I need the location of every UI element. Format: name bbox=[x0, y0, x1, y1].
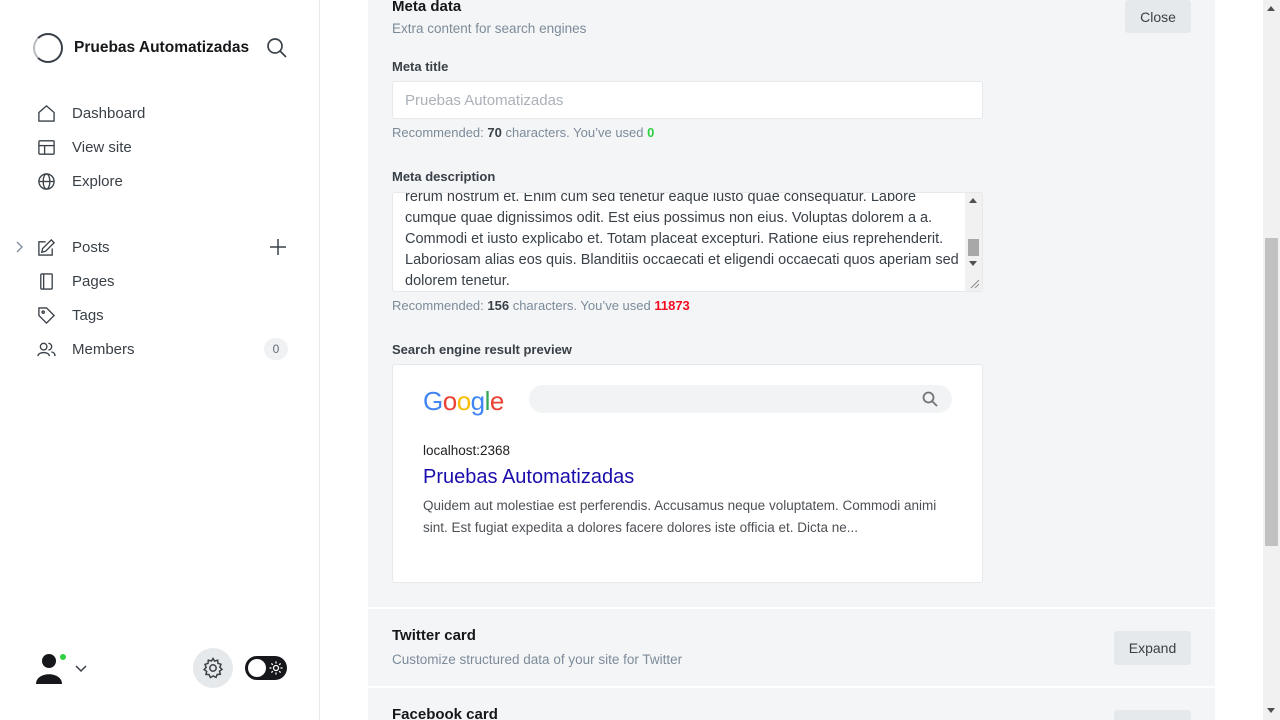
hint-middle: characters. You’ve used bbox=[509, 298, 655, 313]
nav-label: View site bbox=[72, 138, 132, 156]
meta-data-title: Meta data bbox=[392, 0, 462, 15]
facebook-card-title: Facebook card bbox=[392, 706, 498, 720]
serp-search-bar bbox=[529, 385, 952, 413]
sidebar: Pruebas Automatizadas Dashboard View sit… bbox=[0, 0, 320, 720]
page-icon bbox=[36, 271, 56, 291]
nav-view-site[interactable]: View site bbox=[36, 130, 296, 164]
pencil-icon bbox=[36, 237, 56, 257]
gear-icon bbox=[202, 657, 224, 679]
scroll-up-arrow-icon[interactable] bbox=[1267, 6, 1275, 11]
nav-label: Members bbox=[72, 340, 135, 358]
content-nav: Posts Pages Tags Members 0 bbox=[16, 230, 296, 366]
scroll-thumb[interactable] bbox=[968, 239, 979, 256]
nav-tags[interactable]: Tags bbox=[36, 298, 296, 332]
user-menu[interactable] bbox=[33, 651, 91, 687]
meta-title-label: Meta title bbox=[392, 59, 449, 74]
meta-description-text: rerum nostrum et. Enim cum sed tenetur e… bbox=[405, 192, 959, 289]
nav-posts[interactable]: Posts bbox=[16, 230, 296, 264]
textarea-scrollbar[interactable] bbox=[965, 193, 982, 291]
nav-label: Posts bbox=[72, 238, 110, 256]
twitter-card-title: Twitter card bbox=[392, 627, 476, 644]
scroll-down-arrow-icon[interactable] bbox=[1267, 708, 1275, 713]
site-name: Pruebas Automatizadas bbox=[74, 39, 250, 56]
layout-icon bbox=[36, 137, 56, 157]
scroll-up-arrow-icon[interactable] bbox=[969, 198, 977, 203]
meta-description-hint: Recommended: 156 characters. You’ve used… bbox=[392, 298, 690, 313]
hint-middle: characters. You’ve used bbox=[501, 125, 648, 140]
twitter-card-panel bbox=[368, 609, 1215, 686]
hint-used-count: 0 bbox=[647, 125, 655, 140]
meta-description-label: Meta description bbox=[392, 169, 496, 184]
twitter-expand-button[interactable]: Expand bbox=[1114, 631, 1191, 665]
site-brand[interactable]: Pruebas Automatizadas bbox=[33, 33, 250, 63]
toggle-knob bbox=[248, 659, 266, 677]
sun-icon bbox=[269, 661, 283, 675]
meta-title-hint: Recommended: 70 characters. You’ve used … bbox=[392, 125, 654, 140]
serp-preview-label: Search engine result preview bbox=[392, 342, 572, 357]
globe-icon bbox=[36, 171, 56, 191]
meta-data-subtitle: Extra content for search engines bbox=[392, 21, 587, 36]
members-count-badge: 0 bbox=[264, 338, 288, 360]
nav-pages[interactable]: Pages bbox=[36, 264, 296, 298]
meta-title-input[interactable]: Pruebas Automatizadas bbox=[392, 81, 983, 119]
page-scrollbar[interactable] bbox=[1263, 0, 1280, 720]
hint-recommended: 70 bbox=[487, 125, 502, 140]
search-icon[interactable] bbox=[266, 37, 288, 59]
nav-label: Dashboard bbox=[72, 104, 146, 122]
search-icon bbox=[922, 391, 938, 407]
serp-title: Pruebas Automatizadas bbox=[423, 466, 635, 488]
nav-members[interactable]: Members 0 bbox=[36, 332, 296, 366]
nav-label: Explore bbox=[72, 172, 123, 190]
nav-label: Tags bbox=[72, 306, 104, 324]
new-post-plus-icon[interactable] bbox=[269, 238, 287, 256]
scroll-down-arrow-icon[interactable] bbox=[969, 261, 977, 266]
hint-prefix: Recommended: bbox=[392, 125, 488, 140]
close-button[interactable]: Close bbox=[1125, 0, 1191, 33]
tag-icon bbox=[36, 305, 56, 325]
chevron-down-icon bbox=[75, 665, 87, 673]
online-status-dot bbox=[58, 652, 68, 662]
serp-url: localhost:2368 bbox=[423, 443, 511, 458]
chevron-right-icon[interactable] bbox=[14, 241, 24, 253]
meta-description-textarea[interactable]: rerum nostrum et. Enim cum sed tenetur e… bbox=[392, 192, 983, 292]
facebook-expand-button[interactable] bbox=[1114, 710, 1191, 720]
theme-toggle[interactable] bbox=[245, 656, 287, 680]
serp-preview: Google localhost:2368 Pruebas Automatiza… bbox=[392, 364, 983, 583]
twitter-card-subtitle: Customize structured data of your site f… bbox=[392, 652, 683, 667]
scroll-thumb[interactable] bbox=[1265, 238, 1278, 546]
site-logo-icon bbox=[33, 33, 63, 63]
meta-title-placeholder: Pruebas Automatizadas bbox=[405, 91, 564, 109]
nav-label: Pages bbox=[72, 272, 115, 290]
hint-prefix: Recommended: bbox=[392, 298, 488, 313]
primary-nav: Dashboard View site Explore bbox=[36, 96, 296, 198]
hint-used-count: 11873 bbox=[654, 298, 690, 313]
nav-dashboard[interactable]: Dashboard bbox=[36, 96, 296, 130]
hint-recommended: 156 bbox=[487, 298, 510, 313]
google-logo: Google bbox=[423, 386, 504, 416]
settings-button[interactable] bbox=[193, 648, 233, 688]
serp-description: Quidem aut molestiae est perferendis. Ac… bbox=[423, 498, 937, 535]
nav-explore[interactable]: Explore bbox=[36, 164, 296, 198]
resize-grip-icon[interactable] bbox=[970, 279, 980, 289]
home-icon bbox=[36, 103, 56, 123]
members-icon bbox=[36, 339, 56, 359]
